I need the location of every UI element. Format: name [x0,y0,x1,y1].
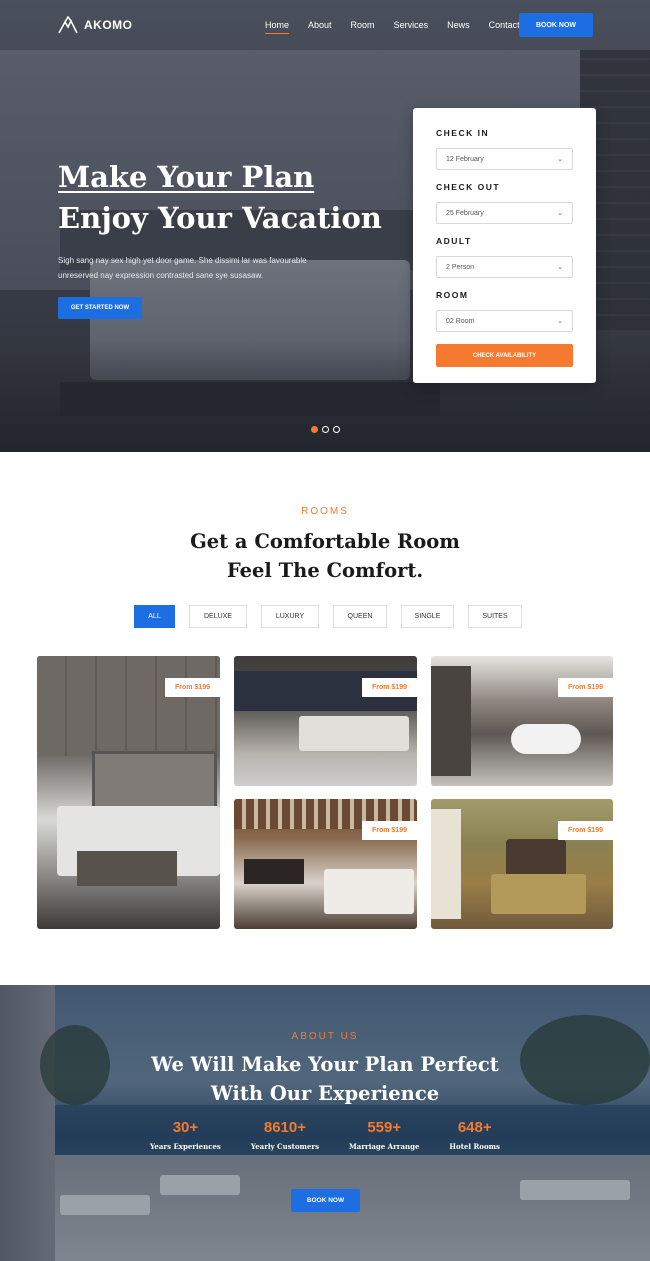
stat-label: Hotel Rooms [449,1142,500,1151]
room-image-shelf [431,666,471,776]
logo-mountain-icon [58,16,78,34]
adult-select[interactable]: 2 Person ⌄ [436,256,573,278]
slider-dot-3[interactable] [333,426,340,433]
filter-tab-queen[interactable]: QUEEN [333,605,387,628]
room-image-headboard [92,751,217,811]
room-card-1[interactable]: From $199 [37,656,220,929]
chevron-down-icon: ⌄ [557,318,563,325]
about-section-title: We Will Make Your Plan Perfect With Our … [0,1050,650,1108]
stat-label: Yearly Customers [250,1142,320,1151]
get-started-button[interactable]: GET STARTED NOW [58,297,142,319]
slider-dots [311,426,340,433]
booking-form: CHECK IN 12 February ⌄ CHECK OUT 25 Febr… [413,108,596,383]
check-in-select[interactable]: 12 February ⌄ [436,148,573,170]
room-image-curtain [431,809,461,919]
about-stats: 30+ Years Experiences 8610+ Yearly Custo… [150,1119,500,1151]
stat-item: 559+ Marriage Arrange [349,1119,419,1151]
brand-name: AKOMO [84,18,133,32]
room-price-badge: From $199 [361,678,417,697]
hero-section: AKOMO Home About Room Services News Cont… [0,0,650,452]
nav-link-services[interactable]: Services [394,20,429,34]
nav-link-about[interactable]: About [308,20,332,34]
about-title-line-2: With Our Experience [210,1082,440,1105]
room-price-badge: From $199 [557,678,613,697]
filter-tab-luxury[interactable]: LUXURY [261,605,319,628]
room-value: 02 Room [446,317,475,325]
filter-tab-suites[interactable]: SUITES [468,605,522,628]
check-out-select[interactable]: 25 February ⌄ [436,202,573,224]
about-title-line-1: We Will Make Your Plan Perfect [151,1053,499,1076]
stat-label: Years Experiences [150,1142,221,1151]
check-in-value: 12 February [446,155,484,163]
top-navbar: AKOMO Home About Room Services News Cont… [0,0,650,50]
chevron-down-icon: ⌄ [557,156,563,163]
room-card-2[interactable]: From $199 [234,656,417,786]
chevron-down-icon: ⌄ [557,264,563,271]
room-card-3[interactable]: From $199 [431,656,613,786]
hero-title-line-2: Enjoy Your Vacation [58,201,382,235]
room-card-4[interactable]: From $199 [234,799,417,929]
filter-tab-all[interactable]: ALL [134,605,175,628]
nav-link-home[interactable]: Home [265,20,290,34]
stat-value: 30+ [172,1119,199,1136]
book-now-button[interactable]: BOOK NOW [519,13,593,37]
check-in-label: CHECK IN [436,128,490,138]
check-out-value: 25 February [446,209,484,217]
room-select[interactable]: 02 Room ⌄ [436,310,573,332]
check-availability-button[interactable]: CHECK AVAILABILITY [436,344,573,367]
stat-item: 30+ Years Experiences [150,1119,221,1151]
adult-value: 2 Person [446,263,475,271]
rooms-title-line-2: Feel The Comfort. [226,559,424,582]
room-image-wall [37,656,220,756]
stat-value: 648+ [457,1119,492,1136]
slider-dot-1[interactable] [311,426,318,433]
stat-item: 8610+ Yearly Customers [251,1119,319,1151]
stat-item: 648+ Hotel Rooms [449,1119,500,1151]
chevron-down-icon: ⌄ [557,210,563,217]
about-book-now-button[interactable]: BOOK NOW [291,1189,360,1212]
nav-link-news[interactable]: News [447,20,470,34]
brand-logo[interactable]: AKOMO [58,16,133,34]
room-image-bed [299,716,409,751]
room-image-bed [324,869,414,914]
rooms-section-title: Get a Comfortable Room Feel The Comfort. [0,527,650,585]
slider-dot-2[interactable] [322,426,329,433]
about-section-tag: ABOUT US [291,1031,359,1042]
nav-link-contact[interactable]: Contact [489,20,520,34]
room-image-bench [77,851,177,886]
stat-value: 8610+ [263,1119,307,1136]
room-image-headboard [506,839,566,879]
room-image-tv [244,859,304,884]
adult-label: ADULT [436,236,472,246]
filter-tab-single[interactable]: SINGLE [401,605,454,628]
room-price-badge: From $199 [557,821,613,840]
stat-label: Marriage Arrange [349,1142,420,1151]
room-price-badge: From $199 [164,678,220,697]
hero-description: Sigh sang nay sex high yet door game. Sh… [58,256,307,280]
check-out-label: CHECK OUT [436,182,501,192]
room-image-bed [491,874,586,914]
hero-title-line-1: Make Your Plan [58,160,315,194]
room-image-bathtub [511,724,581,754]
stat-value: 559+ [367,1119,402,1136]
rooms-title-line-1: Get a Comfortable Room [190,530,460,553]
room-label: ROOM [436,290,469,300]
room-card-5[interactable]: From $199 [431,799,613,929]
hero-title: Make Your Plan Enjoy Your Vacation [58,157,388,239]
filter-tab-deluxe[interactable]: DELUXE [189,605,247,628]
rooms-section-tag: ROOMS [301,506,349,517]
nav-link-room[interactable]: Room [351,20,375,34]
nav-menu: Home About Room Services News Contact [265,20,539,34]
room-price-badge: From $199 [361,821,417,840]
room-filter-tabs: ALL DELUXE LUXURY QUEEN SINGLE SUITES [134,605,522,628]
